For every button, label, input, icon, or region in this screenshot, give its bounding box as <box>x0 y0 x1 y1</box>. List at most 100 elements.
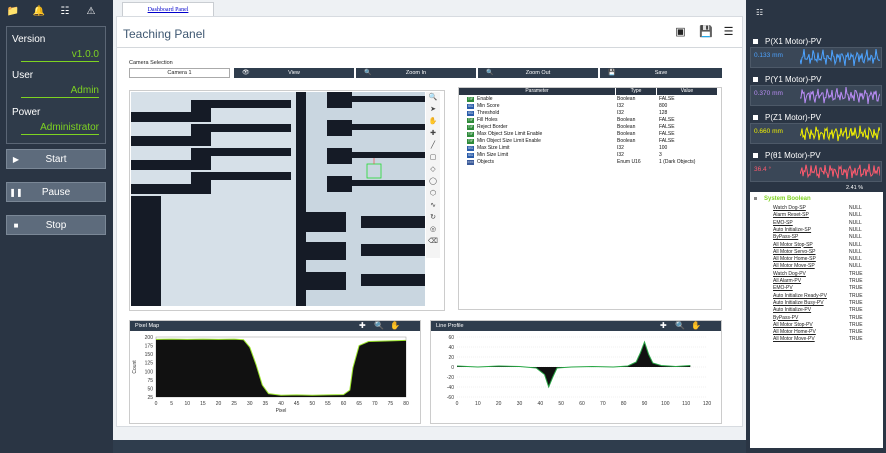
line-tool-icon[interactable]: ╱ <box>426 140 440 152</box>
system-boolean-row[interactable]: All Motor Home-SP NULL <box>773 256 881 263</box>
system-boolean-row[interactable]: Auto Initialize Busy-PV TRUE <box>773 300 881 307</box>
system-boolean-row[interactable]: All Motor Stop-SP NULL <box>773 242 881 249</box>
system-boolean-row[interactable]: Auto Initialize-SP NULL <box>773 227 881 234</box>
pointer-tool-icon[interactable]: ➤ <box>426 104 440 116</box>
save-icon[interactable]: 💾 <box>699 27 713 38</box>
boolean-name[interactable]: All Alarm-PV <box>773 278 801 285</box>
param-value[interactable]: FALSE <box>659 124 675 131</box>
boolean-name[interactable]: Auto Initialize-SP <box>773 227 811 234</box>
folder-icon[interactable]: 📁 <box>6 6 20 17</box>
camera-image[interactable] <box>131 92 425 306</box>
boolean-name[interactable]: EMO-SP <box>773 220 793 227</box>
eraser-tool-icon[interactable]: ⌫ <box>426 236 440 248</box>
system-boolean-row[interactable]: EMO-SP NULL <box>773 220 881 227</box>
system-boolean-row[interactable]: ByPass-SP NULL <box>773 234 881 241</box>
param-row[interactable]: T/F Enable Boolean FALSE <box>459 96 717 103</box>
param-row[interactable]: 0/1 Threshold I32 128 <box>459 110 717 117</box>
plus-icon[interactable]: ✚ <box>660 321 667 331</box>
param-type: Boolean <box>617 138 636 144</box>
param-value[interactable]: FALSE <box>659 117 675 124</box>
boolean-name[interactable]: All Motor Home-SP <box>773 256 816 263</box>
polyline-tool-icon[interactable]: ↻ <box>426 212 440 224</box>
param-row[interactable]: 0/1 Max Size Limit I32 100 <box>459 145 717 152</box>
system-boolean-row[interactable]: Auto Initialize Ready-PV TRUE <box>773 293 881 300</box>
ellipse-tool-icon[interactable]: ◯ <box>426 176 440 188</box>
system-boolean-row[interactable]: ByPass-PV TRUE <box>773 315 881 322</box>
type-icon: T/F <box>467 118 474 123</box>
zoom-icon[interactable]: 🔍 <box>675 321 685 331</box>
boolean-name[interactable]: Auto Initialize Ready-PV <box>773 293 827 300</box>
menu-icon[interactable]: ☰ <box>723 27 734 38</box>
boolean-name[interactable]: Watch Dog-PV <box>773 271 806 278</box>
boolean-name[interactable]: ByPass-PV <box>773 315 798 322</box>
view-button[interactable]: 👁 View <box>234 68 354 78</box>
stop-button[interactable]: ■ Stop <box>6 215 106 235</box>
param-row[interactable]: 0/1 Min Size Limit I32 3 <box>459 152 717 159</box>
rotated-rect-tool-icon[interactable]: ◇ <box>426 164 440 176</box>
warning-icon[interactable]: ⚠ <box>84 6 98 17</box>
param-row[interactable]: T/F Min Object Size Limit Enable Boolean FA… <box>459 138 717 145</box>
zoom-in-button[interactable]: 🔍 Zoom In <box>356 68 476 78</box>
zoom-tool-icon[interactable]: 🔍 <box>426 92 440 104</box>
rectangle-tool-icon[interactable]: ▢ <box>426 152 440 164</box>
param-type: Boolean <box>617 131 636 137</box>
save-button[interactable]: 💾 Save <box>600 68 722 78</box>
system-boolean-row[interactable]: All Motor Stop-PV TRUE <box>773 322 881 329</box>
system-boolean-row[interactable]: Alarm Reset-SP NULL <box>773 212 881 219</box>
system-boolean-row[interactable]: All Alarm-PV TRUE <box>773 278 881 285</box>
system-boolean-row[interactable]: Auto Initialize-PV TRUE <box>773 307 881 314</box>
boolean-name[interactable]: All Motor Servo-SP <box>773 249 816 256</box>
param-value[interactable]: 1 (Dark Objects) <box>659 159 695 166</box>
robot-icon[interactable]: ☷ <box>58 6 72 17</box>
system-boolean-row[interactable]: All Motor Move-SP NULL <box>773 263 881 270</box>
image-export-icon[interactable]: ▣ <box>675 27 686 38</box>
system-boolean-row[interactable]: Watch Dog-PV TRUE <box>773 271 881 278</box>
boolean-name[interactable]: All Motor Home-PV <box>773 329 816 336</box>
param-value[interactable]: 128 <box>659 110 667 117</box>
boolean-name[interactable]: Auto Initialize Busy-PV <box>773 300 824 307</box>
param-row[interactable]: T/F Fill Holes Boolean FALSE <box>459 117 717 124</box>
param-value[interactable]: 100 <box>659 145 667 152</box>
param-row[interactable]: === Objects Enum U16 1 (Dark Objects) <box>459 159 717 166</box>
collapse-icon[interactable] <box>754 197 757 200</box>
param-value[interactable]: FALSE <box>659 96 675 103</box>
start-button[interactable]: ▶ Start <box>6 149 106 169</box>
param-row[interactable]: 0/1 Min Score I32 800 <box>459 103 717 110</box>
system-boolean-row[interactable]: All Motor Home-PV TRUE <box>773 329 881 336</box>
system-boolean-row[interactable]: EMO-PV TRUE <box>773 285 881 292</box>
zoom-out-button[interactable]: 🔍 Zoom Out <box>478 68 598 78</box>
param-value[interactable]: 800 <box>659 103 667 110</box>
boolean-name[interactable]: Watch Dog-SP <box>773 205 806 212</box>
boolean-name[interactable]: All Motor Move-PV <box>773 336 815 343</box>
hand-icon[interactable]: ✋ <box>390 321 400 331</box>
boolean-name[interactable]: EMO-PV <box>773 285 793 292</box>
boolean-name[interactable]: All Motor Move-SP <box>773 263 815 270</box>
param-value[interactable]: FALSE <box>659 138 675 145</box>
boolean-name[interactable]: All Motor Stop-SP <box>773 242 813 249</box>
param-value[interactable]: 3 <box>659 152 662 159</box>
plus-icon[interactable]: ✚ <box>359 321 366 331</box>
hand-icon[interactable]: ✋ <box>691 321 701 331</box>
system-boolean-row[interactable]: All Motor Move-PV TRUE <box>773 336 881 343</box>
boolean-name[interactable]: Auto Initialize-PV <box>773 307 811 314</box>
boolean-name[interactable]: All Motor Stop-PV <box>773 322 813 329</box>
boolean-name[interactable]: Alarm Reset-SP <box>773 212 809 219</box>
system-boolean-row[interactable]: All Motor Servo-SP NULL <box>773 249 881 256</box>
camera-view[interactable]: 🔍 ➤ ✋ ✚ ╱ ▢ ◇ ◯ ⬡ ∿ ↻ ◎ ⌫ <box>129 90 445 311</box>
bell-icon[interactable]: 🔔 <box>32 6 46 17</box>
pause-button[interactable]: ❚❚ Pause <box>6 182 106 202</box>
polygon-tool-icon[interactable]: ⬡ <box>426 188 440 200</box>
zoom-icon[interactable]: 🔍 <box>374 321 384 331</box>
system-boolean-row[interactable]: Watch Dog-SP NULL <box>773 205 881 212</box>
freehand-tool-icon[interactable]: ∿ <box>426 200 440 212</box>
param-value[interactable]: FALSE <box>659 131 675 138</box>
boolean-name[interactable]: ByPass-SP <box>773 234 798 241</box>
network-icon[interactable]: ☷ <box>756 8 763 17</box>
param-row[interactable]: T/F Max Object Size Limit Enable Boolean FA… <box>459 131 717 138</box>
tab-dashboard-panel[interactable]: Dashboard Panel <box>122 2 214 16</box>
camera-select[interactable]: Camera 1 <box>129 68 230 78</box>
annulus-tool-icon[interactable]: ◎ <box>426 224 440 236</box>
param-row[interactable]: T/F Reject Border Boolean FALSE <box>459 124 717 131</box>
hand-tool-icon[interactable]: ✋ <box>426 116 440 128</box>
crosshair-tool-icon[interactable]: ✚ <box>426 128 440 140</box>
